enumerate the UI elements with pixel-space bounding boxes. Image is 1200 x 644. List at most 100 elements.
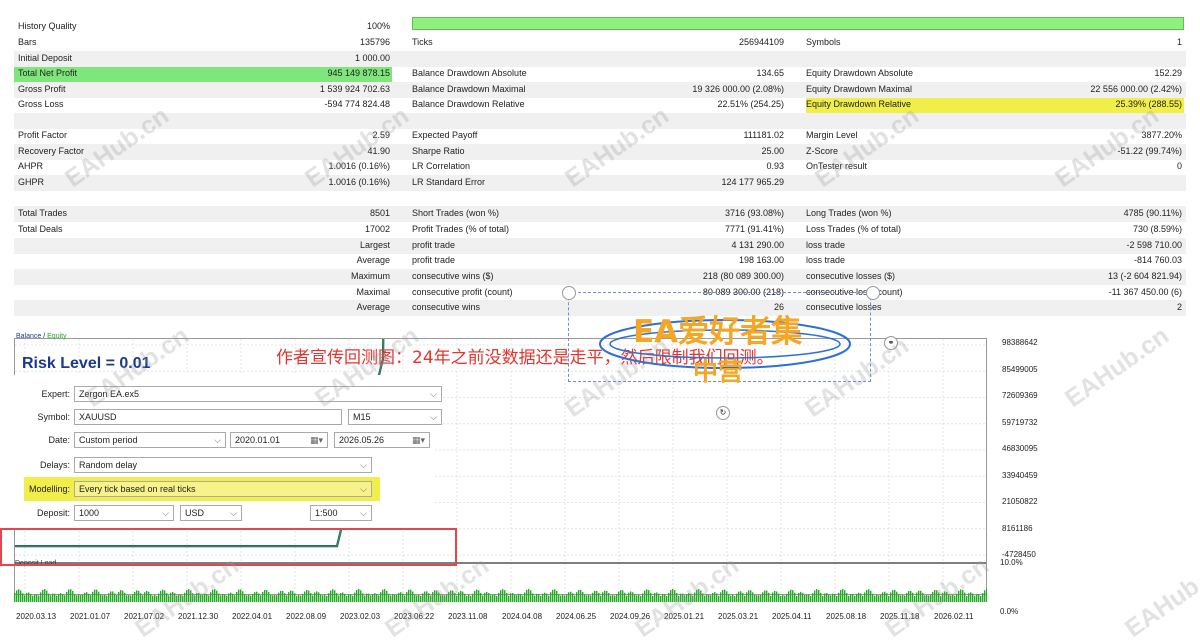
load-bar [64,595,66,602]
load-bar [236,591,238,602]
report-value: Maximum [350,271,390,281]
leverage-select[interactable]: 1:500 ⌵ [310,505,372,521]
load-bar [676,593,678,602]
logo-sub-text: 中营 [693,357,744,386]
report-value: Maximal [356,287,390,297]
load-bar [934,590,936,602]
report-label: Long Trades (won %) [806,208,892,218]
load-bar [324,594,326,602]
load-bar [622,590,624,602]
load-bar [642,593,644,602]
report-value: 1.0016 (0.16%) [328,177,390,187]
load-bar [620,590,622,602]
load-bar [270,594,272,602]
report-label: Balance Drawdown Absolute [412,68,527,78]
load-bar [862,595,864,602]
load-bar [450,590,452,602]
report-value: 8501 [369,208,390,218]
report-label: Z-Score [806,146,839,156]
report-label: Gross Profit [18,84,66,94]
resize-handle[interactable] [562,286,576,300]
date-from-input[interactable]: 2020.01.01 ▦▾ [230,432,328,448]
load-bar [332,589,334,602]
load-bar [856,593,858,602]
report-label: Sharpe Ratio [412,146,465,156]
report-value: 17002 [364,224,390,234]
report-label: LR Standard Error [412,177,486,187]
resize-handle[interactable] [866,286,880,300]
load-bar [692,595,694,602]
delays-select[interactable]: Random delay ⌵ [74,457,372,473]
load-bar [32,595,34,602]
load-bar [464,593,466,602]
report-row [14,191,1186,207]
load-bar [546,593,548,602]
modelling-select[interactable]: Every tick based on real ticks ⌵ [74,481,372,497]
report-value: 152.29 [1154,68,1182,78]
load-bar [556,591,558,602]
load-bar [136,590,138,602]
load-bar [208,595,210,602]
load-bar [708,594,710,602]
load-bar [796,595,798,602]
symbol-input[interactable]: XAUUSD [74,409,342,425]
load-bar [428,593,430,602]
load-bar [972,593,974,602]
load-bar [932,591,934,602]
load-bar [586,595,588,602]
load-bar [650,592,652,602]
load-bar [632,592,634,602]
load-bar [478,590,480,602]
period-select[interactable]: Custom period ⌵ [74,432,226,448]
report-row: Initial Deposit 1 000.00 [14,51,1186,67]
load-pct-bottom: 0.0% [1000,607,1019,616]
load-bar [116,595,118,602]
load-bar [914,595,916,602]
load-bar [544,592,546,602]
timeframe-select[interactable]: M15 ⌵ [348,409,442,425]
load-bar [168,595,170,602]
load-bar [460,590,462,602]
load-bar [80,595,82,602]
load-bar [732,594,734,602]
load-bar [734,595,736,602]
load-bar [74,593,76,602]
chevron-down-icon: ⌵ [430,389,437,399]
currency-select[interactable]: USD ⌵ [180,505,242,521]
load-bar [366,593,368,602]
load-bar [426,591,428,602]
load-bar [696,589,698,602]
load-bar [96,589,98,602]
load-bar [964,592,966,602]
load-bar [290,590,292,602]
load-bar [618,591,620,602]
calendar-icon: ▦▾ [411,435,425,445]
load-bar [550,592,552,602]
load-bar [264,589,266,602]
report-label: profit trade [412,255,456,265]
load-bar [902,595,904,602]
deposit-input[interactable]: 1000 ⌵ [74,505,174,521]
load-bar [540,595,542,602]
expert-value: Zergon EA.ex5 [79,389,140,399]
load-bar [206,594,208,602]
report-label: GHPR [18,177,45,187]
link-icon[interactable]: ⚭ [884,336,898,350]
load-bar [380,592,382,602]
load-bar [730,595,732,602]
load-bar [378,595,380,602]
report-value: 256944109 [738,37,784,47]
load-bar [624,592,626,602]
report-label: loss trade [806,240,846,250]
load-bar [948,594,950,602]
report-label: Ticks [412,37,433,47]
date-to-input[interactable]: 2026.05.26 ▦▾ [334,432,430,448]
load-bar [710,595,712,602]
report-row: Profit Factor 2.59 Expected Payoff 111181.0… [14,128,1186,144]
load-bar [482,595,484,602]
load-bar [210,592,212,602]
load-bar [878,595,880,602]
rotate-icon[interactable]: ↻ [716,406,730,420]
expert-select[interactable]: Zergon EA.ex5 ⌵ [74,386,442,402]
load-bar [50,595,52,602]
